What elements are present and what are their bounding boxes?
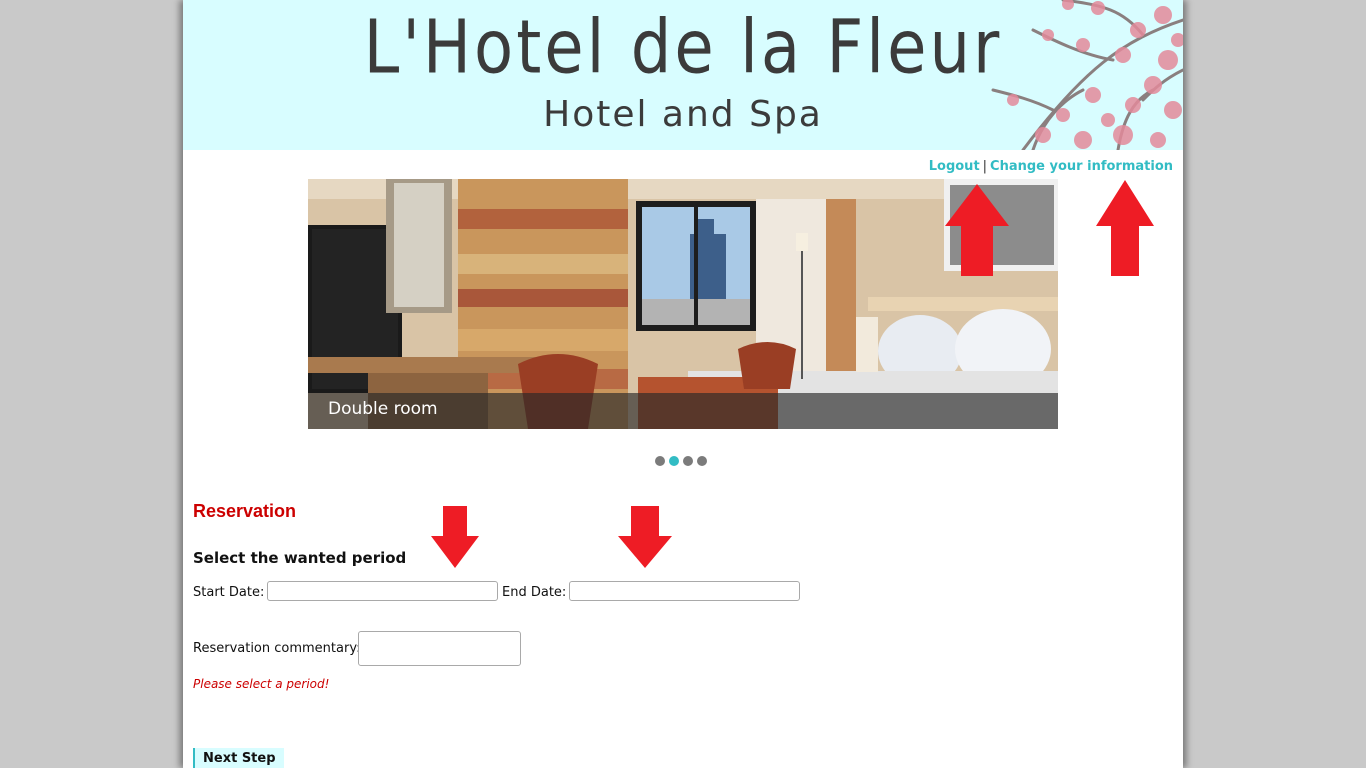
hotel-subtitle-logo: Hotel and Spa — [543, 94, 823, 135]
down-arrow-annotation-icon — [431, 506, 479, 568]
next-step-button[interactable]: Next Step — [193, 748, 284, 768]
start-date-input[interactable] — [267, 581, 498, 601]
commentary-textarea[interactable] — [358, 631, 521, 666]
down-arrow-annotation-icon — [618, 506, 672, 568]
slideshow-dots — [655, 456, 707, 466]
slide-dot-2-active[interactable] — [669, 456, 679, 466]
hotel-name-logo: L'Hotel de la Fleur — [363, 6, 1003, 92]
period-error-message: Please select a period! — [193, 677, 330, 691]
slide-dot-1[interactable] — [655, 456, 665, 466]
commentary-label: Reservation commentary: — [193, 641, 361, 656]
up-arrow-annotation-icon — [1096, 180, 1154, 276]
header-banner: L'Hotel de la Fleur Hotel and Spa — [183, 0, 1183, 150]
slide-dot-3[interactable] — [683, 456, 693, 466]
link-separator: | — [982, 159, 988, 174]
period-heading: Select the wanted period — [193, 549, 407, 567]
logout-link[interactable]: Logout — [929, 159, 980, 174]
change-information-link[interactable]: Change your information — [990, 159, 1173, 174]
up-arrow-annotation-icon — [945, 184, 1009, 276]
slide-dot-4[interactable] — [697, 456, 707, 466]
end-date-input[interactable] — [569, 581, 800, 601]
slide-caption: Double room — [308, 393, 1058, 429]
start-date-label: Start Date: — [193, 585, 265, 600]
page: L'Hotel de la Fleur Hotel and Spa Logout… — [183, 0, 1183, 768]
reservation-heading: Reservation — [193, 501, 297, 521]
account-links: Logout | Change your information — [929, 159, 1173, 174]
end-date-label: End Date: — [502, 585, 567, 600]
